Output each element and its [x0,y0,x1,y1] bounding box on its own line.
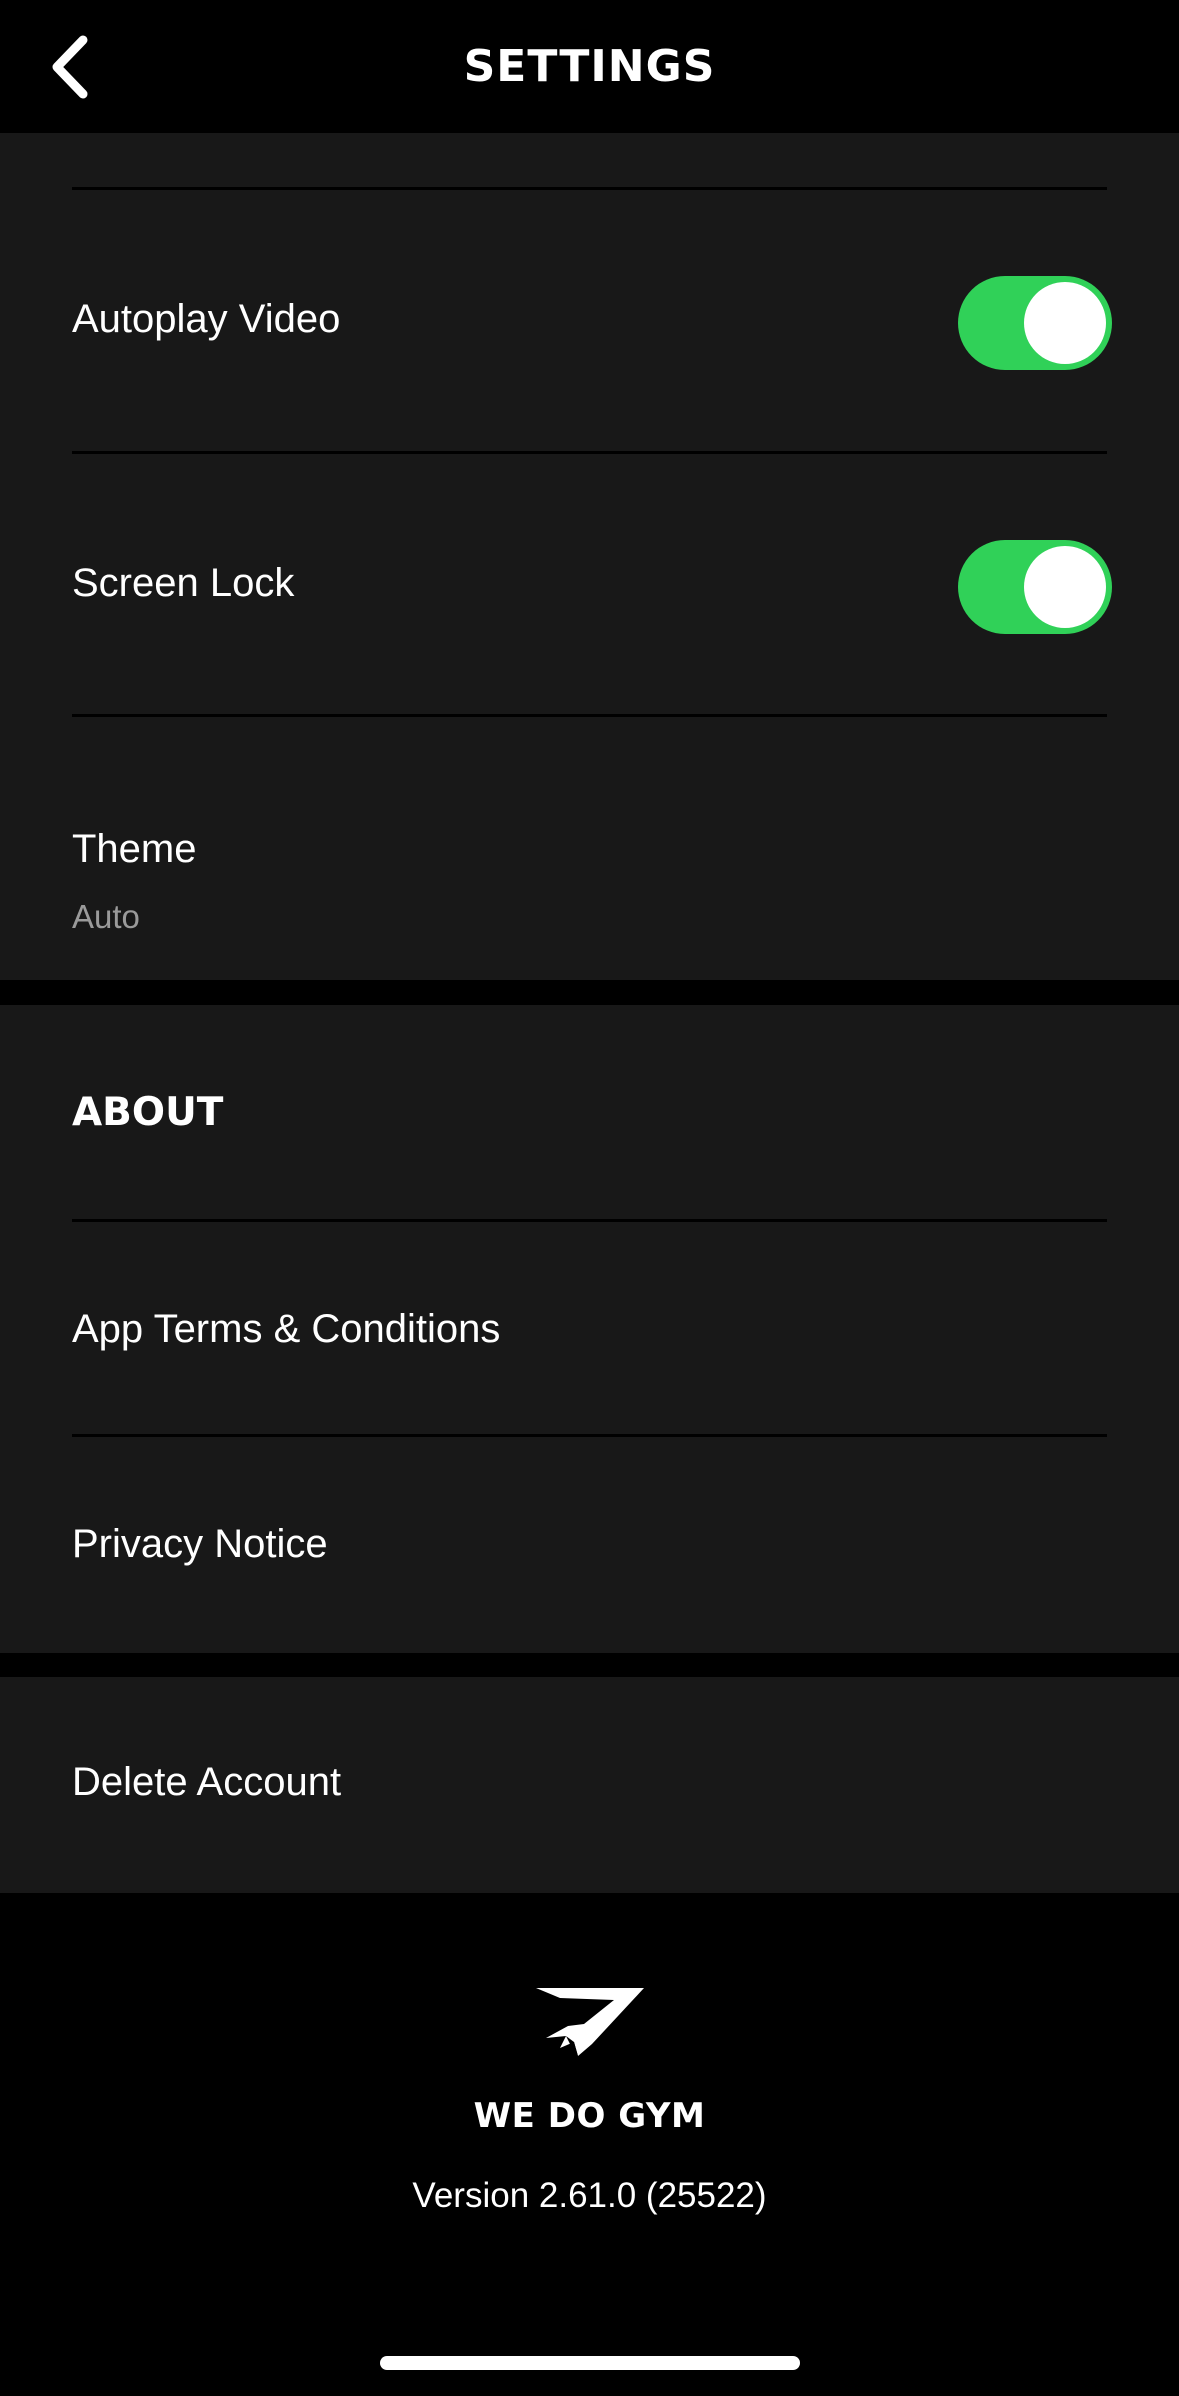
header-bar: SETTINGS [0,0,1179,133]
theme-value: Auto [72,898,140,935]
delete-account-label: Delete Account [72,1760,342,1804]
autoplay-video-toggle[interactable] [958,276,1112,370]
divider [72,451,1107,454]
toggle-knob [1024,546,1106,628]
page-title: SETTINGS [463,41,716,92]
screen-lock-toggle[interactable] [958,540,1112,634]
screen-lock-label: Screen Lock [72,561,295,605]
delete-account-button[interactable]: Delete Account [0,1677,1179,1893]
about-section: ABOUT App Terms & Conditions Privacy Not… [0,1005,1179,1653]
home-indicator[interactable] [380,2356,800,2370]
brand-tagline: WE DO GYM [473,2096,706,2136]
privacy-notice-label: Privacy Notice [72,1522,328,1566]
theme-row[interactable]: Theme Auto [0,717,1179,980]
privacy-notice-link[interactable]: Privacy Notice [0,1437,1179,1653]
terms-conditions-link[interactable]: App Terms & Conditions [0,1222,1179,1434]
toggle-knob [1024,282,1106,364]
gymshark-logo-icon [536,1988,644,2056]
about-heading: ABOUT [72,1090,224,1135]
autoplay-video-label: Autoplay Video [72,297,341,341]
preferences-section: Autoplay Video Screen Lock Theme Auto [0,133,1179,980]
theme-label: Theme [72,827,197,871]
terms-conditions-label: App Terms & Conditions [72,1307,501,1351]
divider [72,187,1107,190]
app-version: Version 2.61.0 (25522) [412,2176,767,2215]
